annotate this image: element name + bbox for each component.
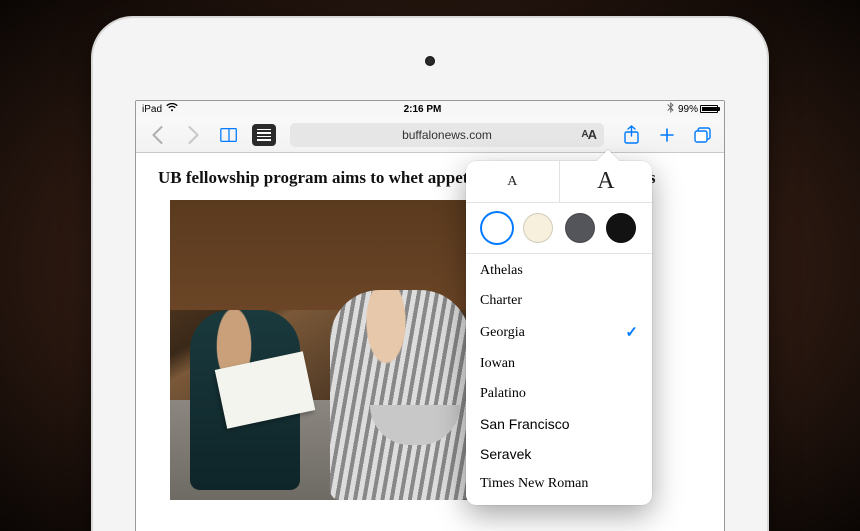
bluetooth-icon — [667, 102, 674, 116]
carrier-label: iPad — [142, 104, 162, 115]
camera-dot — [425, 56, 435, 66]
font-option-label: Palatino — [480, 386, 526, 402]
forward-button[interactable] — [180, 122, 206, 148]
theme-sepia-swatch[interactable] — [523, 213, 553, 243]
theme-black-swatch[interactable] — [606, 213, 636, 243]
font-option-san-francisco[interactable]: San Francisco — [466, 409, 652, 439]
tabs-button[interactable] — [690, 122, 716, 148]
bookmarks-button[interactable] — [216, 122, 242, 148]
font-option-label: Seravek — [480, 446, 531, 462]
status-bar: iPad 2:16 PM 99% — [136, 101, 724, 117]
font-option-label: San Francisco — [480, 416, 569, 432]
font-option-label: Iowan — [480, 356, 515, 372]
reader-appearance-button[interactable]: AA — [581, 123, 596, 147]
font-option-charter[interactable]: Charter — [466, 286, 652, 316]
font-option-label: Georgia — [480, 325, 525, 341]
battery-indicator: 99% — [678, 104, 718, 115]
font-option-label: Charter — [480, 293, 522, 309]
battery-pct: 99% — [678, 104, 698, 115]
theme-gray-swatch[interactable] — [565, 213, 595, 243]
font-option-times-new-roman[interactable]: Times New Roman — [466, 469, 652, 499]
ipad-device-frame: iPad 2:16 PM 99% — [93, 18, 767, 531]
checkmark-icon: ✓ — [625, 323, 638, 342]
font-list: Athelas Charter Georgia ✓ Iowan Palatino San F… — [466, 254, 652, 505]
url-text: buffalonews.com — [402, 128, 492, 142]
reader-mode-toggle[interactable] — [252, 124, 276, 146]
text-size-row: A A — [466, 161, 652, 203]
ipad-screen: iPad 2:16 PM 99% — [135, 100, 725, 531]
theme-row — [466, 203, 652, 254]
font-option-iowan[interactable]: Iowan — [466, 349, 652, 379]
clock: 2:16 PM — [404, 104, 442, 115]
font-option-athelas[interactable]: Athelas — [466, 256, 652, 286]
font-option-label: Times New Roman — [480, 476, 588, 492]
url-bar[interactable]: buffalonews.com AA — [290, 123, 604, 147]
safari-toolbar: buffalonews.com AA — [136, 117, 724, 153]
font-option-georgia[interactable]: Georgia ✓ — [466, 316, 652, 349]
font-option-palatino[interactable]: Palatino — [466, 379, 652, 409]
share-button[interactable] — [618, 122, 644, 148]
font-option-seravek[interactable]: Seravek — [466, 439, 652, 469]
reader-appearance-popover: A A Athelas Charter Georgia ✓ Iowan Palatino S… — [466, 161, 652, 505]
new-tab-button[interactable] — [654, 122, 680, 148]
text-size-smaller-button[interactable]: A — [466, 161, 559, 202]
theme-white-swatch[interactable] — [482, 213, 512, 243]
text-size-larger-button[interactable]: A — [559, 161, 653, 202]
wifi-icon — [166, 103, 178, 115]
font-option-label: Athelas — [480, 263, 523, 279]
back-button[interactable] — [144, 122, 170, 148]
